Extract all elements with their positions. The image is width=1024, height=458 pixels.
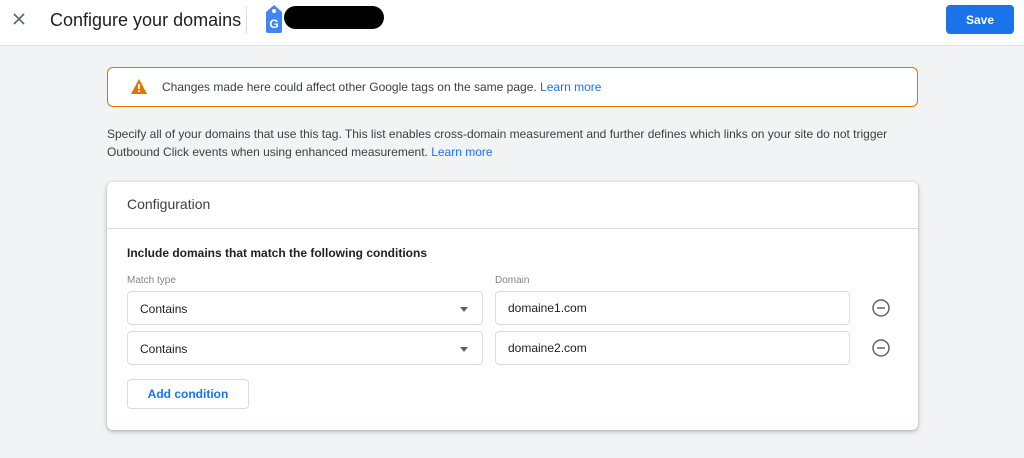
configuration-card: Configuration Include domains that match…: [107, 182, 918, 430]
top-bar: Configure your domains G Save: [0, 0, 1024, 46]
add-condition-button[interactable]: Add condition: [127, 379, 249, 409]
dropdown-arrow-icon: [460, 347, 468, 352]
domain-label: Domain: [495, 275, 530, 286]
redacted-tag-name: [284, 6, 384, 29]
warning-icon: [131, 79, 147, 94]
svg-text:G: G: [269, 17, 278, 31]
google-tag-icon: G: [266, 5, 282, 33]
page-title: Configure your domains: [50, 10, 242, 30]
warning-banner: Changes made here could affect other Goo…: [107, 67, 918, 107]
domain-input-2[interactable]: [495, 331, 850, 365]
card-divider: [107, 228, 918, 229]
close-button[interactable]: [8, 8, 30, 30]
remove-condition-icon[interactable]: [871, 338, 891, 358]
card-title: Configuration: [127, 196, 211, 212]
match-type-select-1[interactable]: Contains: [127, 291, 483, 325]
domain-input-1[interactable]: [495, 291, 850, 325]
match-type-value: Contains: [140, 302, 188, 316]
description: Specify all of your domains that use thi…: [107, 125, 922, 161]
warning-message: Changes made here could affect other Goo…: [162, 80, 601, 94]
description-learn-more-link[interactable]: Learn more: [431, 145, 492, 159]
warning-learn-more-link[interactable]: Learn more: [540, 80, 601, 94]
header-divider: [246, 6, 247, 34]
warning-text: Changes made here could affect other Goo…: [162, 80, 537, 94]
conditions-heading: Include domains that match the following…: [127, 246, 428, 260]
match-type-value: Contains: [140, 342, 188, 356]
description-text: Specify all of your domains that use thi…: [107, 127, 888, 159]
match-type-select-2[interactable]: Contains: [127, 331, 483, 365]
close-icon: [13, 13, 25, 25]
dropdown-arrow-icon: [460, 307, 468, 312]
remove-condition-icon[interactable]: [871, 298, 891, 318]
match-type-label: Match type: [127, 275, 176, 286]
save-button[interactable]: Save: [946, 5, 1014, 34]
